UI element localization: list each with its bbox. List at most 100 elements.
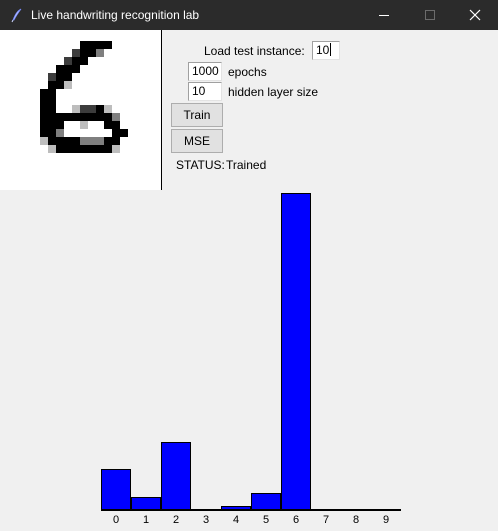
minimize-button[interactable] <box>361 0 407 30</box>
feather-pen-icon <box>9 7 25 23</box>
ink-pixel <box>64 65 72 73</box>
ink-pixel <box>72 57 80 65</box>
ink-pixel <box>72 65 80 73</box>
x-tick-label: 1 <box>143 514 149 526</box>
ink-pixel <box>96 49 104 57</box>
ink-pixel <box>56 81 64 89</box>
drawing-canvas[interactable] <box>0 30 161 190</box>
ink-pixel <box>64 137 72 145</box>
maximize-icon <box>425 10 435 20</box>
ink-pixel <box>64 73 72 81</box>
ink-pixel <box>48 121 56 129</box>
x-tick-label: 5 <box>263 514 269 526</box>
x-tick-label: 3 <box>203 514 209 526</box>
ink-pixel <box>104 105 112 113</box>
ink-pixel <box>88 105 96 113</box>
prediction-bar-chart: 0 1 2 3 4 5 6 7 8 9 <box>101 193 401 526</box>
load-instance-label: Load test instance: <box>204 44 305 58</box>
load-instance-input[interactable]: 10 <box>312 41 340 60</box>
x-tick-label: 6 <box>293 514 299 526</box>
ink-pixel <box>80 41 88 49</box>
ink-pixel <box>120 129 128 137</box>
hidden-layer-input[interactable]: 10 <box>188 82 222 101</box>
ink-pixel <box>80 113 88 121</box>
ink-pixel <box>88 49 96 57</box>
status-value: Trained <box>226 158 267 172</box>
ink-pixel <box>48 137 56 145</box>
status-label: STATUS: <box>176 158 225 172</box>
ink-pixel <box>88 145 96 153</box>
ink-pixel <box>80 121 88 129</box>
epochs-label: epochs <box>228 65 267 79</box>
ink-pixel <box>40 97 48 105</box>
ink-pixel <box>48 73 56 81</box>
ink-pixel <box>56 137 64 145</box>
hidden-layer-label: hidden layer size <box>228 85 319 99</box>
x-tick-label: 0 <box>113 514 119 526</box>
ink-pixel <box>48 105 56 113</box>
ink-pixel <box>48 113 56 121</box>
ink-pixel <box>112 121 120 129</box>
x-tick-label: 7 <box>323 514 329 526</box>
ink-pixel <box>72 137 80 145</box>
ink-pixel <box>96 137 104 145</box>
close-button[interactable] <box>452 0 498 30</box>
ink-pixel <box>48 81 56 89</box>
ink-pixel <box>80 145 88 153</box>
x-tick-label: 4 <box>233 514 239 526</box>
maximize-button[interactable] <box>407 0 453 30</box>
minimize-icon <box>379 15 389 16</box>
ink-pixel <box>56 113 64 121</box>
ink-pixel <box>80 57 88 65</box>
x-tick-label: 9 <box>383 514 389 526</box>
ink-pixel <box>96 41 104 49</box>
title-bar: Live handwriting recognition lab <box>0 0 498 30</box>
window-title: Live handwriting recognition lab <box>31 8 200 22</box>
close-icon <box>469 9 481 21</box>
digit-grid[interactable] <box>0 30 161 190</box>
ink-pixel <box>104 137 112 145</box>
x-tick-label: 8 <box>353 514 359 526</box>
ink-pixel <box>104 113 112 121</box>
canvas-divider <box>161 30 162 190</box>
ink-pixel <box>40 113 48 121</box>
x-tick-label: 2 <box>173 514 179 526</box>
ink-pixel <box>48 97 56 105</box>
train-button[interactable]: Train <box>171 103 223 127</box>
ink-pixel <box>80 49 88 57</box>
ink-pixel <box>104 121 112 129</box>
ink-pixel <box>56 73 64 81</box>
ink-pixel <box>104 41 112 49</box>
ink-pixel <box>96 145 104 153</box>
ink-pixel <box>88 113 96 121</box>
ink-pixel <box>80 105 88 113</box>
ink-pixel <box>112 129 120 137</box>
ink-pixel <box>88 41 96 49</box>
ink-pixel <box>72 49 80 57</box>
bar-0 <box>101 469 131 510</box>
epochs-input[interactable]: 1000 <box>188 62 222 81</box>
ink-pixel <box>48 129 56 137</box>
ink-pixel <box>96 105 104 113</box>
ink-pixel <box>80 137 88 145</box>
mse-button[interactable]: MSE <box>171 129 223 153</box>
ink-pixel <box>40 121 48 129</box>
ink-pixel <box>64 145 72 153</box>
text-cursor <box>330 43 332 56</box>
ink-pixel <box>56 65 64 73</box>
ink-pixel <box>104 145 112 153</box>
ink-pixel <box>40 105 48 113</box>
ink-pixel <box>64 113 72 121</box>
ink-pixel <box>40 137 48 145</box>
ink-pixel <box>40 89 48 97</box>
ink-pixel <box>56 145 64 153</box>
ink-pixel <box>56 121 64 129</box>
ink-pixel <box>112 137 120 145</box>
ink-pixel <box>112 113 120 121</box>
ink-pixel <box>64 57 72 65</box>
ink-pixel <box>48 145 56 153</box>
bar-5 <box>251 493 281 510</box>
ink-pixel <box>112 145 120 153</box>
ink-pixel <box>72 113 80 121</box>
ink-pixel <box>56 129 64 137</box>
